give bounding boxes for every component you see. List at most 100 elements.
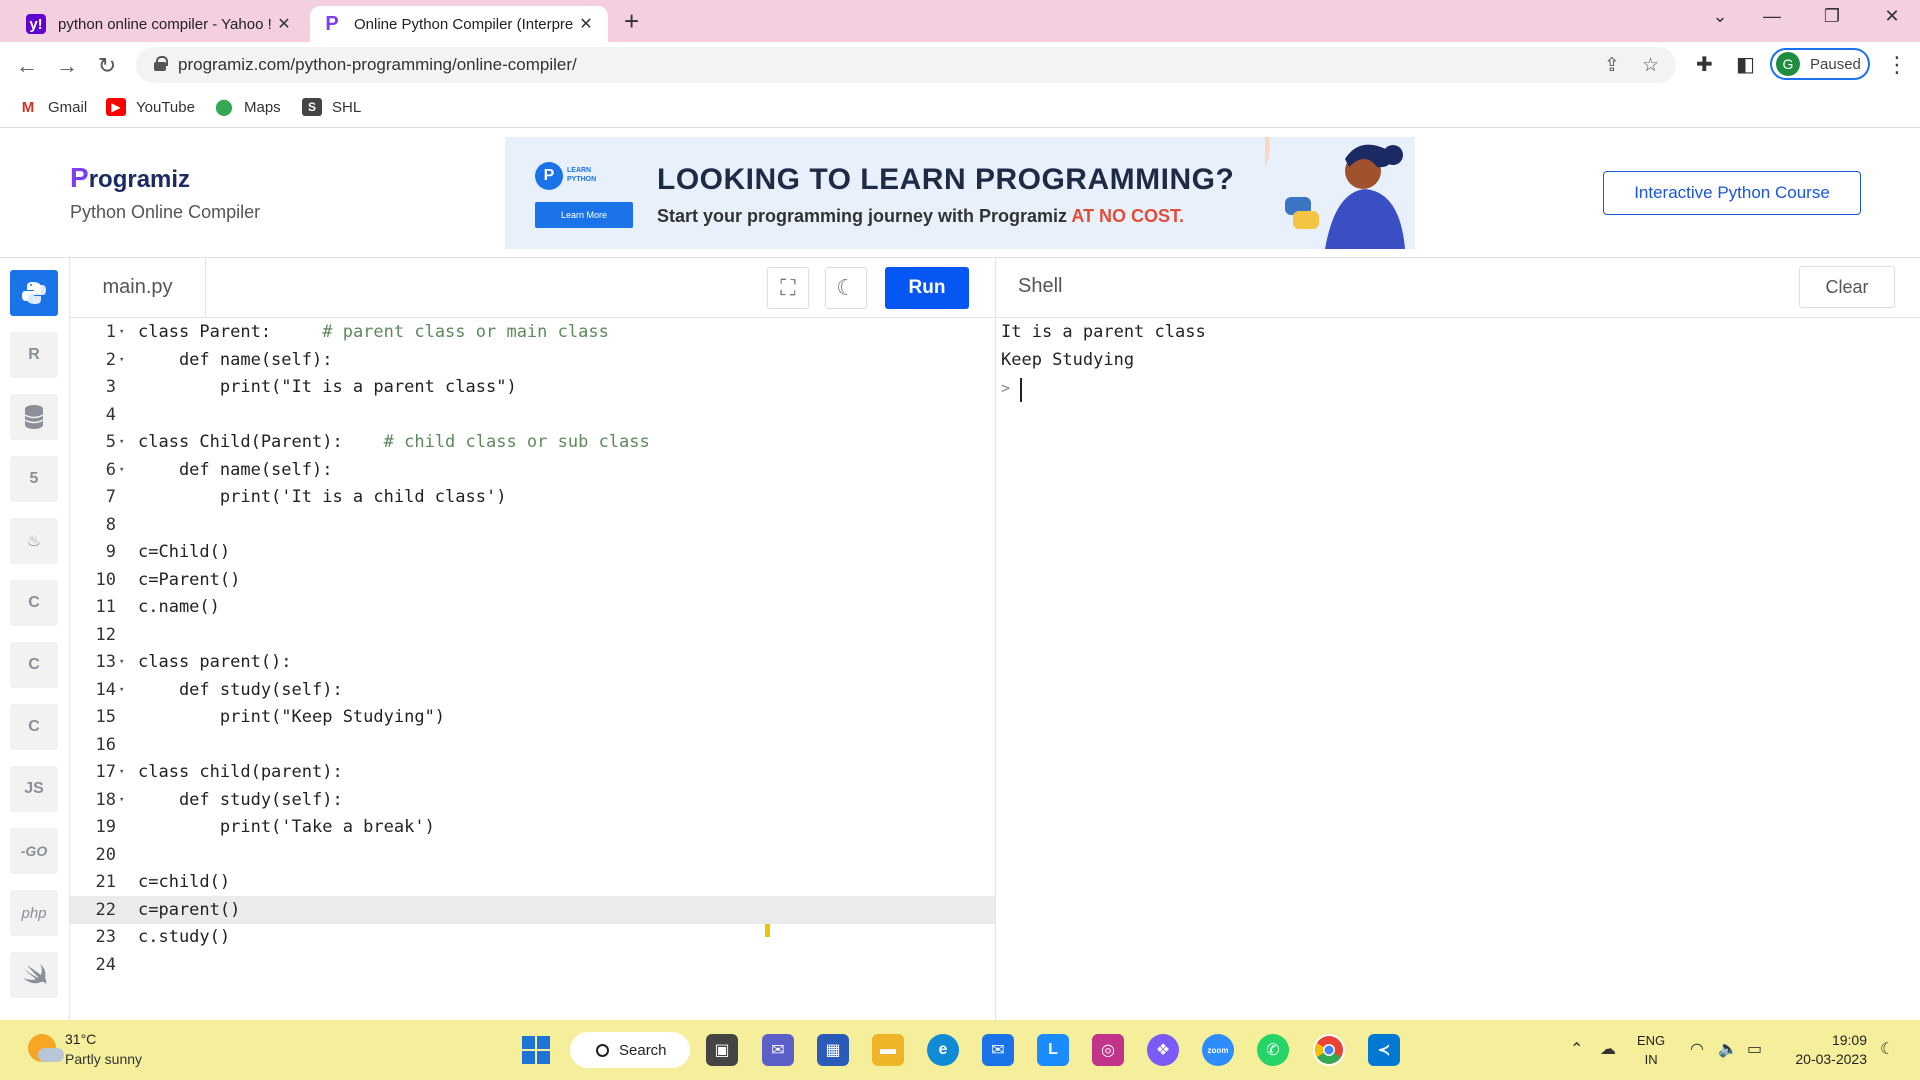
system-clock[interactable]: 19:09 20-03-2023 xyxy=(1787,1031,1867,1069)
show-hidden-icons-chevron-icon[interactable]: ⌃ xyxy=(1570,1039,1583,1059)
widgets-icon[interactable]: ▦ xyxy=(817,1034,849,1066)
php-icon[interactable]: php xyxy=(10,890,58,936)
code-line[interactable]: 9 c=Child() xyxy=(70,538,995,566)
whatsapp-icon[interactable]: ✆ xyxy=(1257,1034,1289,1066)
back-arrow-icon[interactable]: ← xyxy=(12,52,42,82)
file-tab-main-py[interactable]: main.py xyxy=(70,258,206,318)
file-explorer-icon[interactable]: ▬ xyxy=(872,1034,904,1066)
vscode-icon[interactable]: ≺ xyxy=(1368,1034,1400,1066)
code-line[interactable]: 23 c.study() xyxy=(70,923,995,951)
fold-arrow-icon[interactable]: ▾ xyxy=(119,676,124,704)
browser-tab-yahoo[interactable]: y! python online compiler - Yahoo ! ✕ xyxy=(14,6,306,42)
code-line[interactable]: 19 print('Take a break') xyxy=(70,813,995,841)
code-line[interactable]: 10 c=Parent() xyxy=(70,566,995,594)
chrome-icon[interactable] xyxy=(1313,1034,1345,1066)
run-button[interactable]: Run xyxy=(885,267,969,309)
photos-icon[interactable]: ❖ xyxy=(1147,1034,1179,1066)
fold-arrow-icon[interactable]: ▾ xyxy=(119,428,124,456)
ad-banner[interactable]: P LEARN PYTHON Learn More LOOKING TO LEAR… xyxy=(505,137,1415,249)
dark-mode-moon-icon[interactable]: ☾ xyxy=(825,267,867,309)
r-icon[interactable]: R xyxy=(10,332,58,378)
windows-start-icon[interactable] xyxy=(520,1034,552,1066)
html-icon[interactable]: 5 xyxy=(10,456,58,502)
battery-icon[interactable]: ▭ xyxy=(1747,1039,1762,1059)
bookmark-maps[interactable]: ⬤ Maps xyxy=(214,98,281,116)
share-icon[interactable]: ⇪ xyxy=(1604,54,1620,77)
tab-search-chevron-icon[interactable]: ⌄ xyxy=(1700,6,1740,27)
code-line[interactable]: 17 ▾ class child(parent): xyxy=(70,758,995,786)
code-line[interactable]: 11 c.name() xyxy=(70,593,995,621)
close-window-icon[interactable]: ✕ xyxy=(1872,6,1912,27)
interactive-python-course-button[interactable]: Interactive Python Course xyxy=(1603,171,1861,215)
wifi-icon[interactable]: ◠ xyxy=(1690,1039,1704,1059)
code-line[interactable]: 15 print("Keep Studying") xyxy=(70,703,995,731)
c-icon[interactable]: C xyxy=(10,580,58,626)
code-line[interactable]: 4 xyxy=(70,401,995,429)
zoom-icon[interactable]: zoom xyxy=(1202,1034,1234,1066)
minimize-window-icon[interactable]: — xyxy=(1752,6,1792,27)
code-line[interactable]: 7 print('It is a child class') xyxy=(70,483,995,511)
go-icon[interactable]: -GO xyxy=(10,828,58,874)
onedrive-cloud-icon[interactable]: ☁ xyxy=(1600,1039,1616,1059)
code-line[interactable]: 21 c=child() xyxy=(70,868,995,896)
cpp-icon[interactable]: C xyxy=(10,642,58,688)
reload-icon[interactable]: ↻ xyxy=(92,52,122,82)
code-line[interactable]: 22 c=parent() xyxy=(70,895,995,924)
bookmark-star-icon[interactable]: ☆ xyxy=(1642,54,1659,77)
clear-button[interactable]: Clear xyxy=(1799,266,1895,308)
edge-browser-icon[interactable]: e xyxy=(927,1034,959,1066)
code-line[interactable]: 5 ▾ class Child(Parent): # child class or … xyxy=(70,428,995,456)
code-line[interactable]: 2 ▾ def name(self): xyxy=(70,346,995,374)
code-editor[interactable]: 1 ▾ class Parent: # parent class or main c… xyxy=(70,318,995,1020)
code-line[interactable]: 18 ▾ def study(self): xyxy=(70,786,995,814)
fold-arrow-icon[interactable]: ▾ xyxy=(119,318,124,346)
input-language-indicator[interactable]: ENG IN xyxy=(1637,1031,1665,1069)
code-line[interactable]: 16 xyxy=(70,731,995,759)
fold-arrow-icon[interactable]: ▾ xyxy=(119,648,124,676)
shell-output[interactable]: It is a parent class Keep Studying > xyxy=(995,318,1920,1020)
fold-arrow-icon[interactable]: ▾ xyxy=(119,456,124,484)
bookmark-gmail[interactable]: M Gmail xyxy=(18,98,87,116)
js-icon[interactable]: JS xyxy=(10,766,58,812)
l-app-icon[interactable]: L xyxy=(1037,1034,1069,1066)
close-tab-icon[interactable]: ✕ xyxy=(274,14,294,34)
code-line[interactable]: 14 ▾ def study(self): xyxy=(70,676,995,704)
extensions-puzzle-icon[interactable]: ✚ xyxy=(1696,52,1713,77)
weather-temperature[interactable]: 31°C xyxy=(65,1031,96,1047)
fold-arrow-icon[interactable]: ▾ xyxy=(119,786,124,814)
taskbar-search[interactable]: Search xyxy=(570,1032,690,1068)
weather-partly-sunny-icon[interactable] xyxy=(28,1034,64,1062)
python-icon[interactable] xyxy=(10,270,58,316)
screen-recorder-icon[interactable]: ◎ xyxy=(1092,1034,1124,1066)
notifications-icon[interactable]: ☾ xyxy=(1880,1039,1894,1059)
restore-window-icon[interactable]: ❐ xyxy=(1812,6,1852,27)
programiz-logo[interactable]: Programiz xyxy=(70,162,190,194)
code-line[interactable]: 12 xyxy=(70,621,995,649)
code-line[interactable]: 24 xyxy=(70,951,995,979)
code-line[interactable]: 6 ▾ def name(self): xyxy=(70,456,995,484)
java-icon[interactable]: ♨ xyxy=(10,518,58,564)
code-line[interactable]: 20 xyxy=(70,841,995,869)
fullscreen-icon[interactable]: ⛶ xyxy=(767,267,809,309)
fold-arrow-icon[interactable]: ▾ xyxy=(119,346,124,374)
learn-more-button[interactable]: Learn More xyxy=(535,202,633,228)
fold-arrow-icon[interactable]: ▾ xyxy=(119,758,124,786)
shell-text-cursor[interactable] xyxy=(1020,378,1022,402)
close-tab-icon[interactable]: ✕ xyxy=(576,14,596,34)
mail-icon[interactable]: ✉ xyxy=(982,1034,1014,1066)
csharp-icon[interactable]: C xyxy=(10,704,58,750)
sql-icon[interactable] xyxy=(10,394,58,440)
code-line[interactable]: 13 ▾ class parent(): xyxy=(70,648,995,676)
volume-icon[interactable]: 🔈 xyxy=(1718,1039,1738,1059)
code-line[interactable]: 1 ▾ class Parent: # parent class or main c… xyxy=(70,318,995,346)
url-text[interactable]: programiz.com/python-programming/online-… xyxy=(178,55,577,75)
swift-icon[interactable] xyxy=(10,952,58,998)
new-tab-button[interactable]: + xyxy=(624,8,639,34)
code-line[interactable]: 8 xyxy=(70,511,995,539)
forward-arrow-icon[interactable]: → xyxy=(52,52,82,82)
bookmark-youtube[interactable]: ▶ YouTube xyxy=(106,98,195,116)
task-view-icon[interactable]: ▣ xyxy=(706,1034,738,1066)
profile-button[interactable]: G Paused xyxy=(1770,48,1870,80)
address-bar[interactable]: programiz.com/python-programming/online-… xyxy=(136,47,1676,83)
code-line[interactable]: 3 print("It is a parent class") xyxy=(70,373,995,401)
